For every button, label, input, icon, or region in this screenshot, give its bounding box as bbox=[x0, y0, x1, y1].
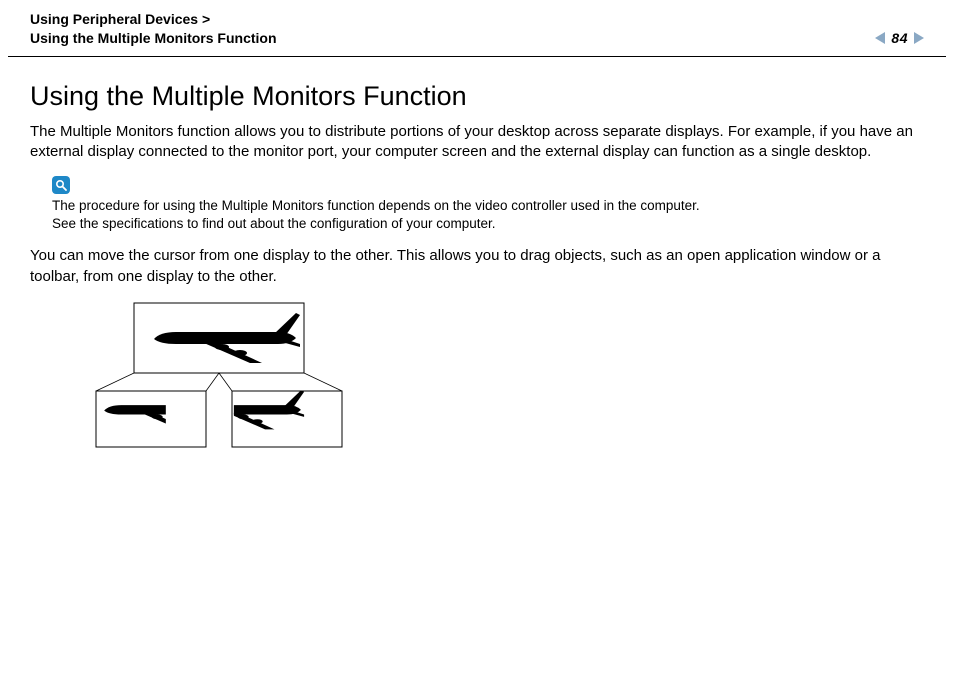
breadcrumb-parent: Using Peripheral Devices > bbox=[30, 10, 277, 29]
breadcrumb: Using Peripheral Devices > Using the Mul… bbox=[30, 10, 277, 48]
note-block: The procedure for using the Multiple Mon… bbox=[52, 176, 924, 232]
body-paragraph: You can move the cursor from one display… bbox=[30, 246, 924, 287]
intro-paragraph: The Multiple Monitors function allows yo… bbox=[30, 122, 924, 163]
nav-prev-icon[interactable] bbox=[875, 32, 885, 44]
note-line-2: See the specifications to find out about… bbox=[52, 215, 924, 233]
page-number: 84 bbox=[891, 30, 908, 46]
note-line-1: The procedure for using the Multiple Mon… bbox=[52, 197, 924, 215]
nav-next-icon[interactable] bbox=[914, 32, 924, 44]
page-title: Using the Multiple Monitors Function bbox=[30, 81, 924, 112]
monitors-diagram bbox=[64, 301, 364, 461]
pager: 84 bbox=[875, 30, 924, 48]
page-header: Using Peripheral Devices > Using the Mul… bbox=[0, 0, 954, 56]
note-icon bbox=[52, 176, 70, 194]
content: Using the Multiple Monitors Function The… bbox=[0, 57, 954, 461]
search-icon bbox=[55, 179, 67, 191]
breadcrumb-current: Using the Multiple Monitors Function bbox=[30, 29, 277, 48]
